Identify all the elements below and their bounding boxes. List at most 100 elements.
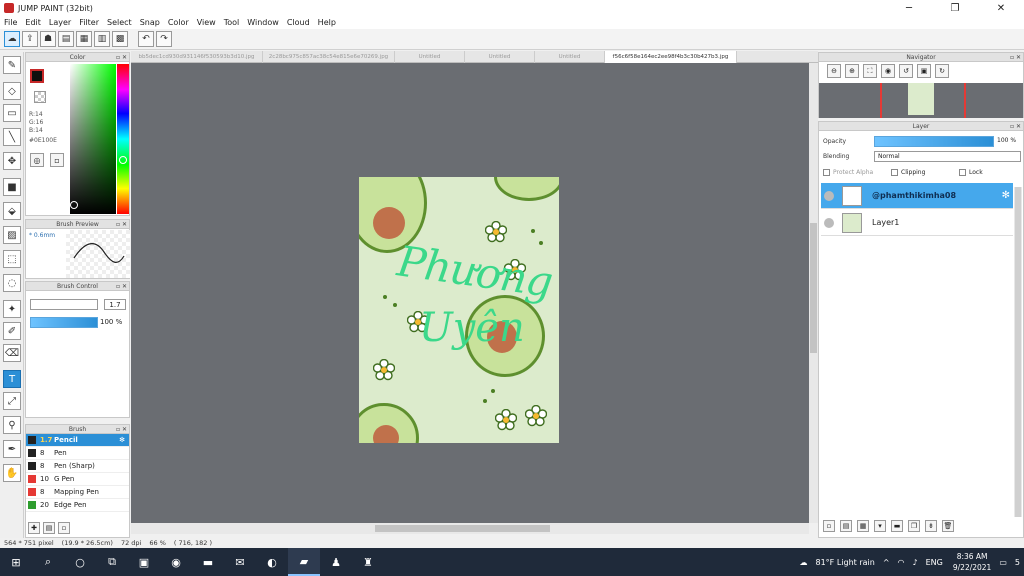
select-eraser-tool-icon[interactable]: ⌫	[3, 344, 21, 362]
jump-paint-taskbar-icon[interactable]: ▰	[288, 548, 320, 576]
brush-item[interactable]: 8 Pen	[26, 447, 129, 460]
undo-icon[interactable]: ↶	[138, 31, 154, 47]
foreground-color-swatch[interactable]	[30, 69, 44, 83]
saturation-value-picker[interactable]	[70, 64, 116, 214]
cloud-icon[interactable]: ☁	[4, 31, 20, 47]
menu-edit[interactable]: Edit	[25, 18, 41, 27]
operation-tool-icon[interactable]: ⤢	[3, 392, 21, 410]
add-brush-icon[interactable]: ✚	[28, 522, 40, 534]
rotate-left-icon[interactable]: ↺	[899, 64, 913, 78]
brush-item[interactable]: 1.7 Pencil ✻	[26, 434, 129, 447]
merge-layer-icon[interactable]: ⇟	[925, 520, 937, 532]
lock-checkbox[interactable]: Lock	[959, 169, 983, 176]
export-icon[interactable]: ⇪	[22, 31, 38, 47]
brush-settings-icon[interactable]: ✻	[119, 436, 125, 444]
layout-icon[interactable]: ▥	[94, 31, 110, 47]
canvas-horizontal-scrollbar[interactable]	[131, 523, 809, 534]
edge-icon[interactable]: ◐	[256, 548, 288, 576]
brush-item[interactable]: 8 Pen (Sharp)	[26, 460, 129, 473]
delete-brush-icon[interactable]: ▫	[58, 522, 70, 534]
notifications-icon[interactable]: ▭	[999, 558, 1007, 567]
brush-size-slider[interactable]	[30, 299, 98, 310]
language-indicator[interactable]: ENG	[926, 558, 943, 567]
speaker-icon[interactable]: ♪	[913, 558, 918, 567]
folder-icon[interactable]: ▬	[891, 520, 903, 532]
marquee-tool-icon[interactable]: ⬚	[3, 250, 21, 268]
eyedropper-tool-icon[interactable]: ⚲	[3, 416, 21, 434]
close-button[interactable]: ✕	[978, 0, 1024, 16]
layer-opacity-slider[interactable]	[874, 136, 994, 147]
artwork-text-line1[interactable]: Phương	[394, 236, 555, 306]
grid-icon[interactable]: ▩	[112, 31, 128, 47]
hue-slider[interactable]	[117, 64, 129, 214]
task-view-icon[interactable]: ⧉	[96, 548, 128, 576]
canvas-vertical-scrollbar[interactable]	[809, 63, 818, 523]
file-explorer-icon[interactable]: ▬	[192, 548, 224, 576]
weather-text[interactable]: 81°F Light rain	[816, 558, 875, 567]
redo-icon[interactable]: ↷	[156, 31, 172, 47]
panel-close-icon[interactable]: ▫ ✕	[1010, 122, 1021, 131]
menu-snap[interactable]: Snap	[140, 18, 160, 27]
document-tab[interactable]: 2c28bc975c857ac38c54e815e6e70269.jpg	[263, 51, 395, 63]
bucket-tool-icon[interactable]: ⬙	[3, 202, 21, 220]
new-layer-folder-icon[interactable]: ▦	[857, 520, 869, 532]
duplicate-layer-icon[interactable]: ❐	[908, 520, 920, 532]
hand-tool-icon[interactable]: ✋	[3, 464, 21, 482]
menu-help[interactable]: Help	[318, 18, 336, 27]
pen-color-tool-icon[interactable]: ✒	[3, 440, 21, 458]
rotate-right-icon[interactable]: ↻	[935, 64, 949, 78]
cortana-icon[interactable]: ○	[64, 548, 96, 576]
select-rect-tool-icon[interactable]: ▭	[3, 104, 21, 122]
cloud-upload-icon[interactable]: ☗	[40, 31, 56, 47]
artwork-canvas[interactable]: Phương Uyên	[359, 177, 559, 443]
blending-select[interactable]: Normal	[874, 151, 1021, 162]
menu-file[interactable]: File	[4, 18, 17, 27]
fullscreen-icon[interactable]: ▣	[917, 64, 931, 78]
document-tab[interactable]: Untitled	[535, 51, 605, 63]
zoom-in-icon[interactable]: ⊕	[845, 64, 859, 78]
navigator-preview[interactable]	[819, 83, 1023, 118]
layer-menu-icon[interactable]: ▾	[874, 520, 886, 532]
layer-list-scrollbar[interactable]	[1014, 187, 1022, 517]
brush-size-value[interactable]: 1.7	[104, 299, 126, 310]
protect-alpha-checkbox[interactable]: Protect Alpha	[823, 169, 873, 176]
maximize-button[interactable]: ❐	[932, 0, 978, 16]
eraser-tool-icon[interactable]: ◇	[3, 82, 21, 100]
line-tool-icon[interactable]: ╲	[3, 128, 21, 146]
clipping-checkbox[interactable]: Clipping	[891, 169, 925, 176]
search-icon[interactable]: ⌕	[32, 548, 64, 576]
hue-slider-knob[interactable]	[119, 156, 127, 164]
menu-view[interactable]: View	[197, 18, 216, 27]
panel-icon[interactable]: ▤	[58, 31, 74, 47]
start-icon[interactable]: ⊞	[0, 548, 32, 576]
panel-close-icon[interactable]: ▫ ✕	[1010, 53, 1021, 62]
menu-cloud[interactable]: Cloud	[287, 18, 310, 27]
brush-item[interactable]: 20 Edge Pen	[26, 499, 129, 512]
fill-rect-tool-icon[interactable]: ■	[3, 178, 21, 196]
panel-close-icon[interactable]: ▫ ✕	[116, 220, 127, 229]
menu-window[interactable]: Window	[247, 18, 279, 27]
document-tab[interactable]: bb5dec1cd930d931146f530593b3d10.jpg	[131, 51, 263, 63]
color-palette-icon[interactable]: ◎	[30, 153, 44, 167]
minimize-button[interactable]: ─	[886, 0, 932, 16]
new-raster-layer-icon[interactable]: ▤	[840, 520, 852, 532]
menu-color[interactable]: Color	[168, 18, 189, 27]
sv-picker-knob[interactable]	[70, 201, 78, 209]
color-history-icon[interactable]: ▫	[50, 153, 64, 167]
text-tool-icon[interactable]: T	[3, 370, 21, 388]
panel-close-icon[interactable]: ▫ ✕	[116, 282, 127, 291]
zoom-out-icon[interactable]: ⊖	[827, 64, 841, 78]
weather-icon[interactable]: ☁	[800, 558, 808, 567]
panel-close-icon[interactable]: ▫ ✕	[116, 53, 127, 62]
delete-layer-icon[interactable]: 🗑	[942, 520, 954, 532]
page-icon[interactable]: ▦	[76, 31, 92, 47]
brush-opacity-slider[interactable]	[30, 317, 98, 328]
lasso-tool-icon[interactable]: ◌	[3, 274, 21, 292]
panel-close-icon[interactable]: ▫ ✕	[116, 425, 127, 434]
new-layer-icon[interactable]: ▫	[823, 520, 835, 532]
select-pen-tool-icon[interactable]: ✐	[3, 322, 21, 340]
zoom-fit-icon[interactable]: ⛶	[863, 64, 877, 78]
menu-layer[interactable]: Layer	[49, 18, 71, 27]
brush-item[interactable]: 10 G Pen	[26, 473, 129, 486]
document-tab[interactable]: Untitled	[465, 51, 535, 63]
